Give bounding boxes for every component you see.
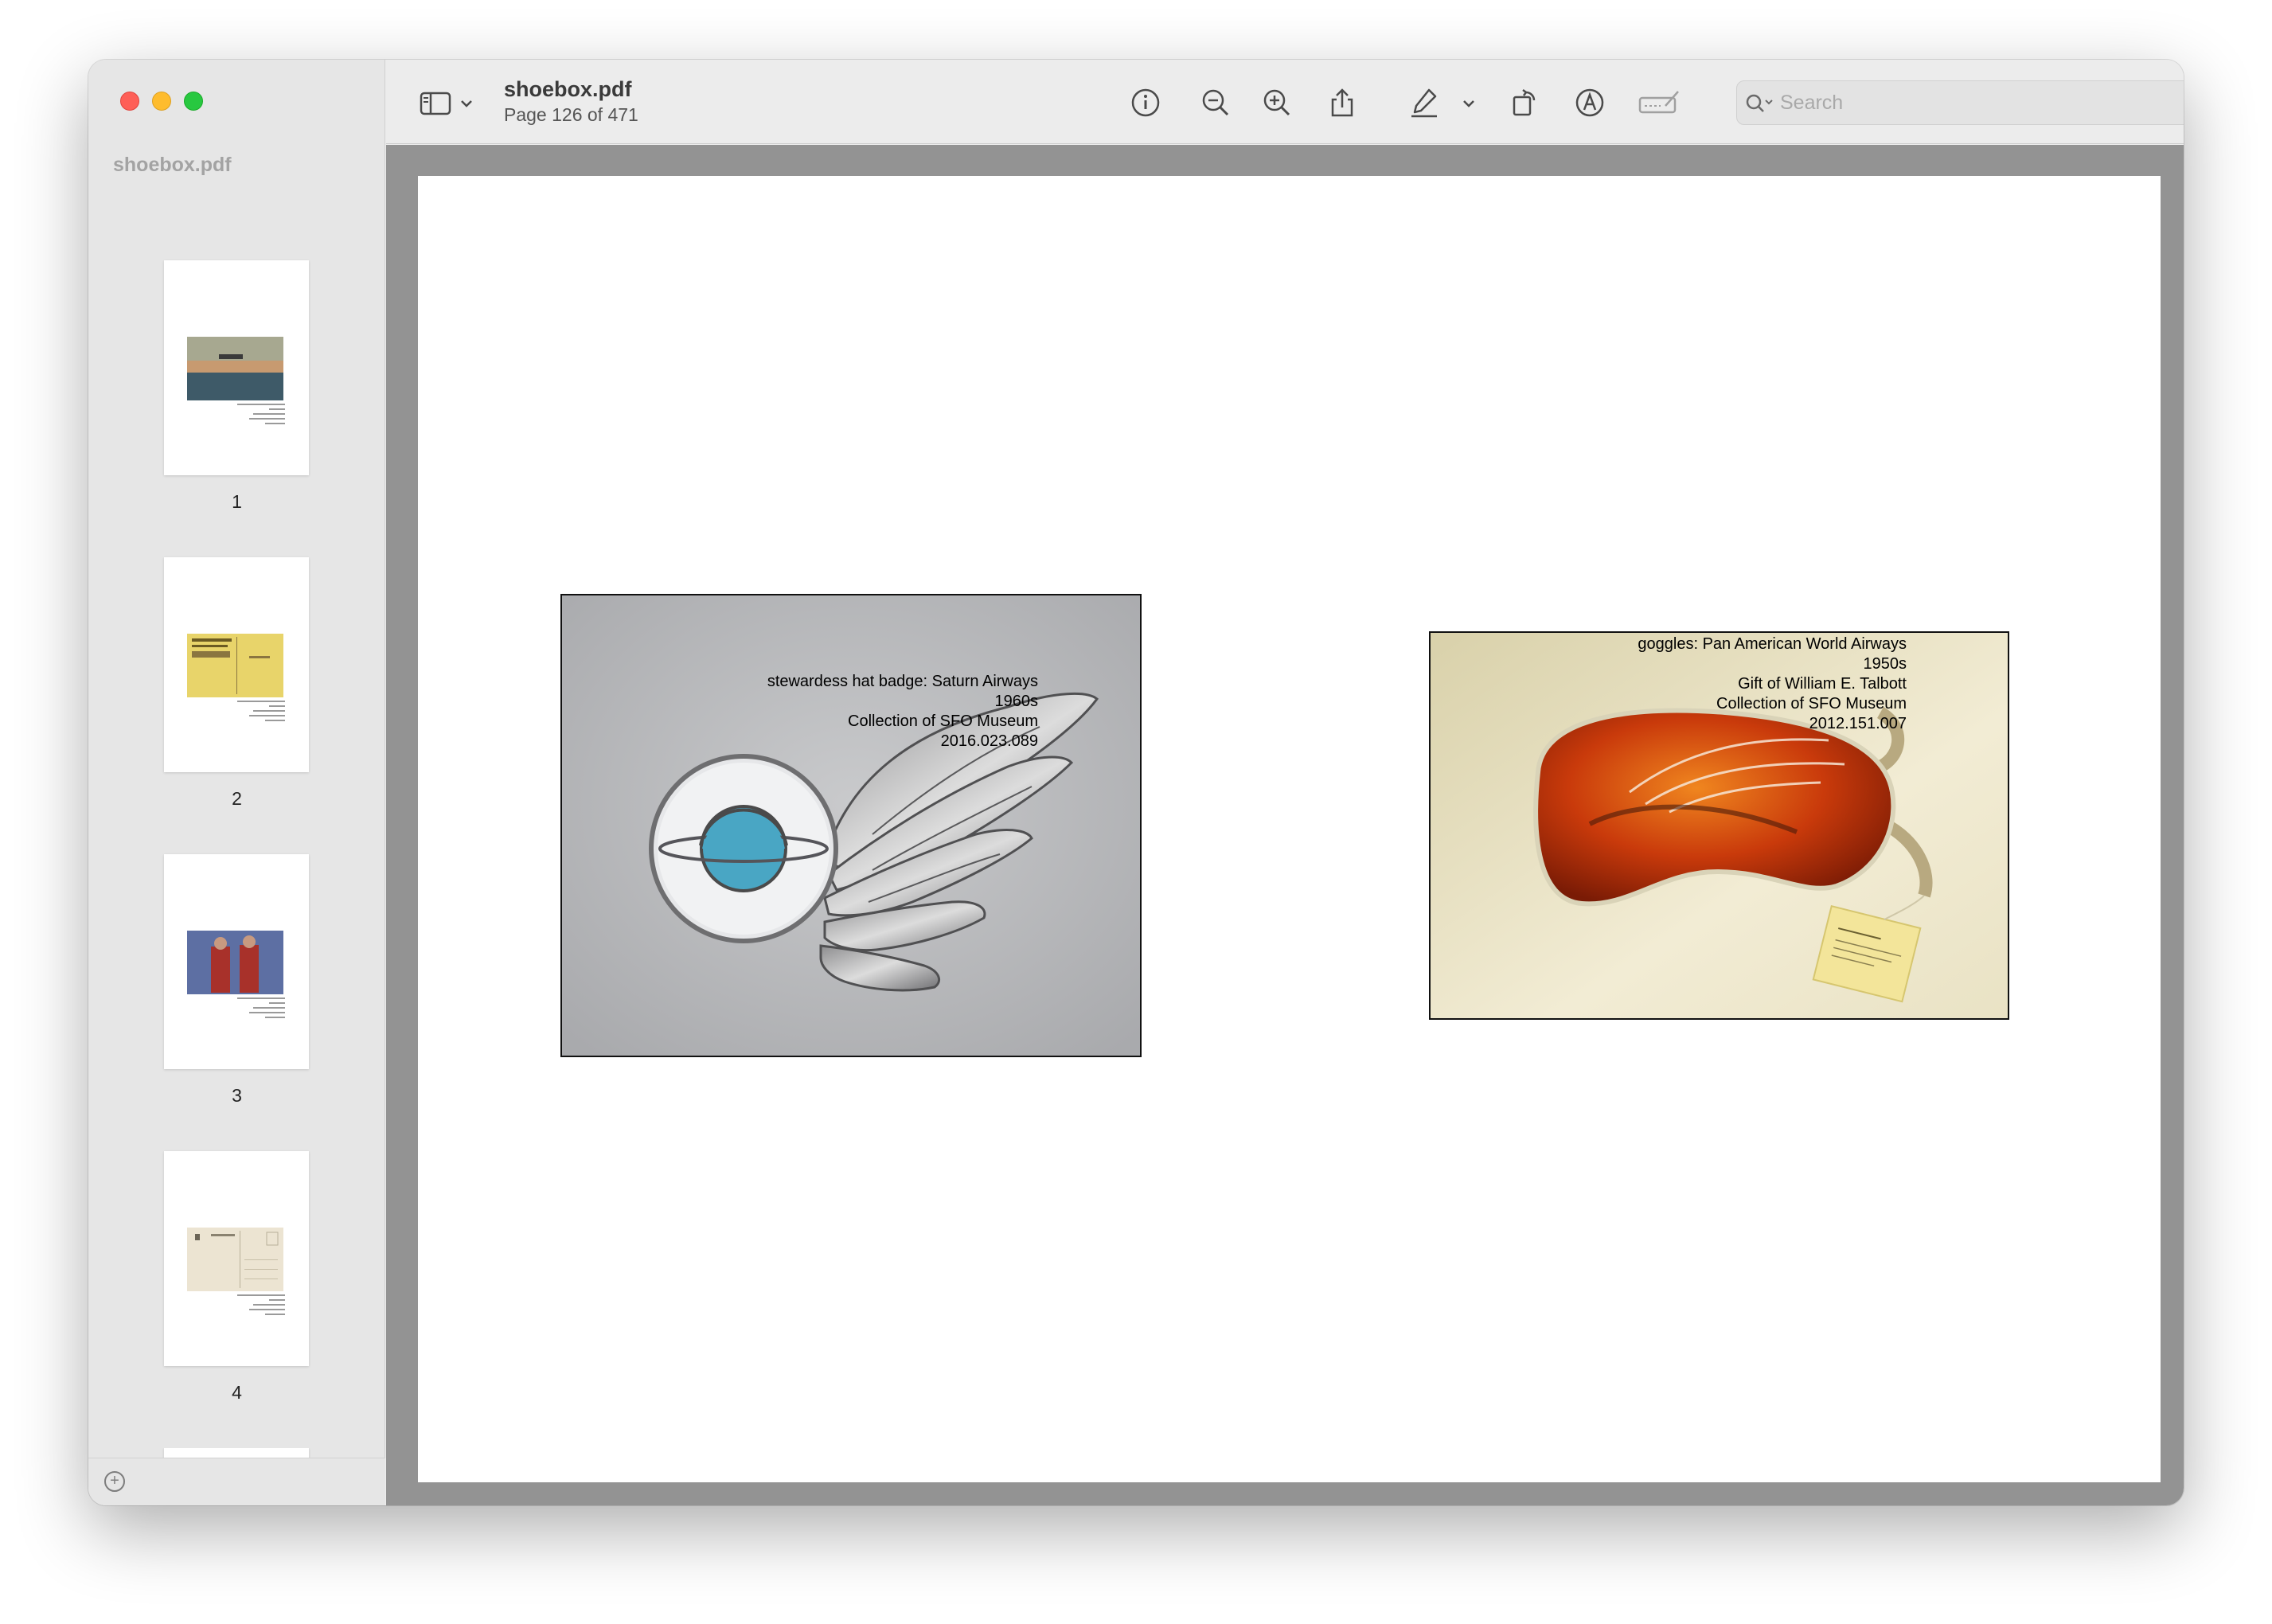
caption-line: 1950s	[1863, 655, 1907, 673]
search-icon	[1746, 94, 1773, 112]
thumbnail-page-number: 2	[232, 788, 242, 809]
minimize-window-button[interactable]	[152, 92, 171, 111]
sidebar-title: shoebox.pdf	[113, 154, 232, 176]
highlight-options-button[interactable]	[1457, 85, 1481, 120]
caption-line: 2012.151.007	[1809, 715, 1907, 732]
zoom-out-icon	[1202, 89, 1229, 116]
thumbnail-image	[187, 931, 283, 994]
thumbnail-list[interactable]: 1 2 3 4	[88, 199, 385, 1505]
info-button[interactable]	[1128, 85, 1163, 120]
search-field[interactable]	[1736, 80, 2184, 125]
close-window-button[interactable]	[120, 92, 139, 111]
sidebar-icon	[420, 92, 472, 115]
info-icon	[1131, 88, 1160, 117]
thumbnail-sidebar: shoebox.pdf 1 2 3 4 +	[88, 60, 385, 1505]
toolbar: shoebox.pdf Page 126 of 471	[386, 60, 2184, 144]
zoom-window-button[interactable]	[184, 92, 203, 111]
zoom-out-button[interactable]	[1198, 85, 1233, 120]
highlight-button[interactable]	[1407, 85, 1442, 120]
signature-icon	[1638, 91, 1679, 114]
share-button[interactable]	[1325, 85, 1360, 120]
sidebar-toggle-button[interactable]	[418, 85, 482, 120]
caption-line: 1960s	[994, 693, 1039, 710]
thumbnail-page-number: 4	[232, 1382, 242, 1403]
highlighter-icon	[1411, 88, 1437, 118]
markup-icon	[1575, 88, 1604, 117]
zoom-in-icon	[1263, 89, 1290, 116]
caption-line: Collection of SFO Museum	[1716, 695, 1907, 712]
thumbnail-page-number: 3	[232, 1085, 242, 1106]
zoom-in-button[interactable]	[1259, 85, 1294, 120]
window-controls	[120, 92, 203, 111]
preview-window: shoebox.pdf 1 2 3 4 + shoebox.pdf Page 1…	[88, 60, 2184, 1505]
page-status: Page 126 of 471	[504, 104, 638, 125]
thumbnail-page[interactable]	[164, 557, 309, 772]
signature-button[interactable]	[1637, 85, 1681, 120]
caption-line: Gift of William E. Talbott	[1738, 675, 1907, 693]
thumbnail-image	[187, 337, 283, 400]
thumbnail-page[interactable]	[164, 854, 309, 1069]
goggles-caption: goggles: Pan American World Airways 1950…	[1638, 634, 1907, 734]
thumbnail-image	[187, 634, 283, 697]
thumbnail-page[interactable]	[164, 1151, 309, 1366]
thumbnail-page-number: 1	[232, 491, 242, 512]
wing-badge-image	[562, 595, 1140, 1056]
document-title: shoebox.pdf	[504, 77, 632, 101]
caption-line: 2016.023.089	[940, 732, 1038, 750]
thumbnail-caption-lines	[237, 1294, 285, 1318]
thumbnail-image	[187, 1228, 283, 1291]
caption-line: stewardess hat badge: Saturn Airways	[767, 673, 1038, 690]
markup-button[interactable]	[1572, 85, 1607, 120]
thumbnail-caption-lines	[237, 701, 285, 724]
share-icon	[1331, 88, 1353, 117]
badge-photo	[560, 594, 1142, 1057]
rotate-button[interactable]	[1507, 85, 1542, 120]
thumbnail-caption-lines	[237, 997, 285, 1021]
search-input[interactable]	[1780, 86, 2184, 119]
document-canvas[interactable]: stewardess hat badge: Saturn Airways 196…	[386, 145, 2184, 1505]
rotate-icon	[1513, 89, 1536, 116]
badge-caption: stewardess hat badge: Saturn Airways 196…	[767, 672, 1038, 751]
thumbnail-page[interactable]	[164, 260, 309, 475]
caption-line: goggles: Pan American World Airways	[1638, 635, 1907, 653]
caption-line: Collection of SFO Museum	[848, 712, 1038, 730]
sidebar-footer: +	[88, 1458, 385, 1505]
chevron-down-icon	[1463, 100, 1474, 107]
pdf-page[interactable]: stewardess hat badge: Saturn Airways 196…	[418, 176, 2161, 1482]
add-page-button[interactable]: +	[104, 1471, 125, 1492]
thumbnail-caption-lines	[237, 404, 285, 427]
